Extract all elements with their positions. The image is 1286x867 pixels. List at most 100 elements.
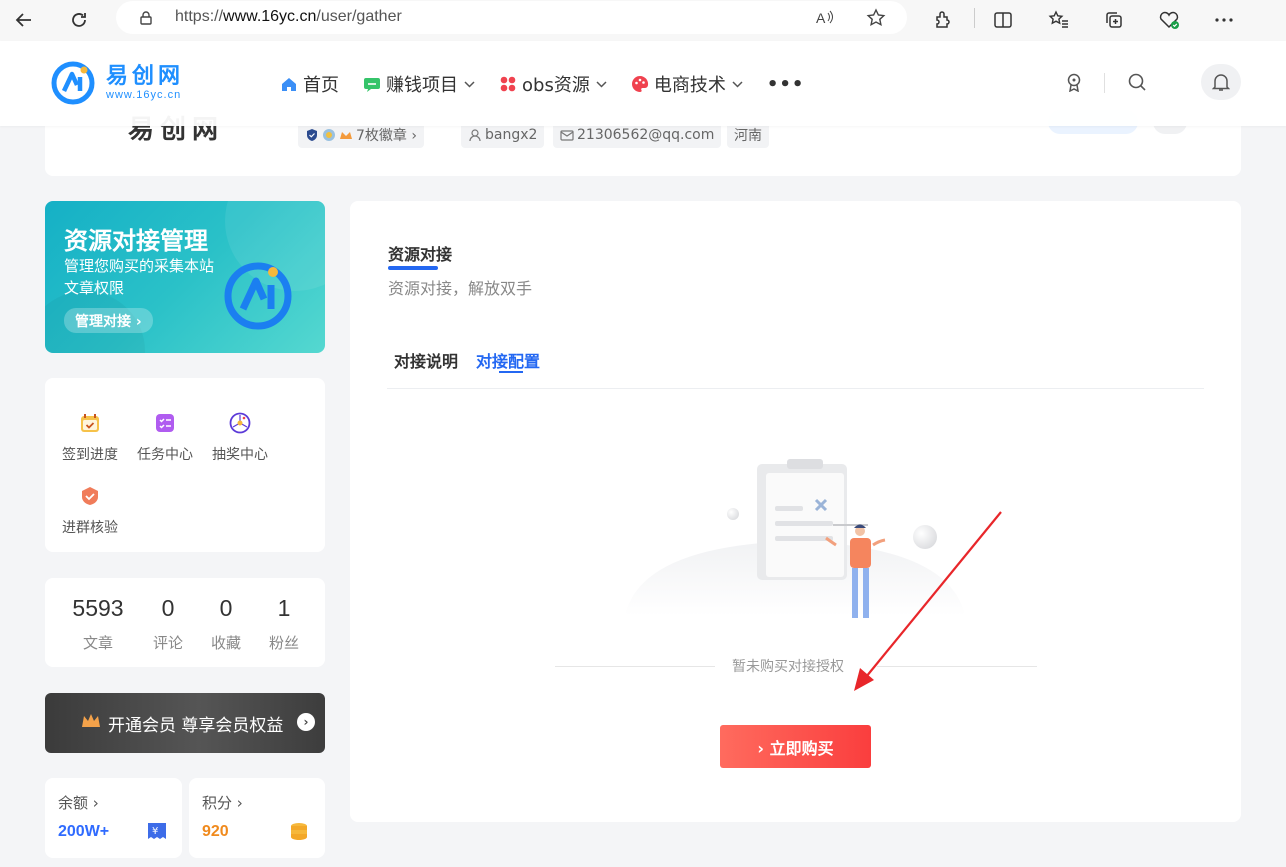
active-tab-indicator bbox=[499, 371, 523, 373]
main-nav: 首页 赚钱项目 obs资源 电商技术 ••• bbox=[280, 71, 804, 97]
quick-link-group-verify[interactable]: 进群核验 bbox=[58, 485, 122, 537]
browser-essentials-icon[interactable] bbox=[1155, 6, 1183, 34]
quick-link-tasks-label: 任务中心 bbox=[137, 447, 193, 463]
read-aloud-icon[interactable]: A bbox=[814, 7, 836, 29]
tab-connection-config[interactable]: 对接配置 bbox=[476, 348, 540, 372]
stat-followers[interactable]: 1 粉丝 bbox=[249, 595, 319, 653]
balance-card[interactable]: 余额 › 200W+ ¥ bbox=[45, 778, 182, 858]
logo-mark-icon bbox=[51, 61, 95, 105]
quick-link-lottery[interactable]: 抽奖中心 bbox=[208, 412, 272, 464]
panel-title-underline bbox=[388, 266, 438, 270]
chat-money-icon bbox=[364, 78, 380, 92]
palette-icon bbox=[631, 75, 648, 92]
calendar-check-icon bbox=[81, 414, 99, 432]
more-menu-icon[interactable] bbox=[1210, 6, 1238, 34]
empty-divider-left bbox=[555, 666, 715, 667]
group-verify-icon bbox=[82, 487, 98, 505]
quick-link-tasks[interactable]: 任务中心 bbox=[133, 412, 197, 464]
vip-upgrade-bar[interactable]: 开通会员 尊享会员权益 › bbox=[45, 693, 325, 753]
nav-home[interactable]: 首页 bbox=[280, 71, 339, 97]
refresh-icon[interactable] bbox=[65, 6, 93, 34]
resource-management-banner[interactable]: 资源对接管理 管理您购买的采集本站文章权限 管理对接 › bbox=[45, 201, 325, 353]
stat-followers-label: 粉丝 bbox=[268, 634, 299, 652]
coins-stack-icon bbox=[291, 823, 307, 840]
nav-home-label: 首页 bbox=[303, 75, 339, 96]
bell-icon bbox=[1212, 74, 1230, 91]
site-header: 易创网 www.16yc.cn 首页 赚钱项目 obs资源 电商技术 ••• bbox=[0, 41, 1286, 126]
crown-icon bbox=[81, 713, 101, 734]
split-screen-icon[interactable] bbox=[989, 6, 1017, 34]
region: 河南 bbox=[734, 127, 762, 144]
quick-link-checkin[interactable]: 签到进度 bbox=[58, 412, 122, 464]
panel-title: 资源对接 bbox=[388, 245, 453, 264]
tab-connection-instructions[interactable]: 对接说明 bbox=[394, 348, 458, 372]
username: bangx2 bbox=[485, 126, 538, 143]
quick-link-lottery-label: 抽奖中心 bbox=[212, 447, 268, 463]
badge-shield-icon bbox=[305, 128, 319, 142]
nav-make-money-label: 赚钱项目 bbox=[386, 75, 458, 96]
chevron-down-icon bbox=[732, 77, 743, 91]
favorites-list-icon[interactable] bbox=[1045, 6, 1073, 34]
back-icon[interactable] bbox=[10, 6, 38, 34]
browser-toolbar: https://www.16yc.cn/user/gather A bbox=[0, 0, 1286, 41]
header-separator bbox=[1104, 73, 1105, 93]
task-list-icon bbox=[156, 414, 174, 432]
url-text[interactable]: https://www.16yc.cn/user/gather bbox=[175, 8, 402, 26]
lock-icon[interactable] bbox=[135, 7, 157, 29]
stat-articles-label: 文章 bbox=[82, 634, 113, 652]
lottery-wheel-icon bbox=[229, 412, 251, 434]
banner-title: 资源对接管理 bbox=[64, 227, 208, 255]
badge-crown-icon bbox=[339, 128, 353, 142]
user-stats-card: 5593 文章 0 评论 0 收藏 1 粉丝 bbox=[45, 578, 325, 667]
toolbar-separator bbox=[974, 8, 975, 28]
collections-icon[interactable] bbox=[1100, 6, 1128, 34]
nav-obs-resources-label: obs资源 bbox=[522, 75, 590, 96]
points-value: 920 bbox=[202, 823, 229, 840]
user-icon bbox=[468, 128, 482, 142]
chevron-down-icon bbox=[596, 77, 607, 91]
quick-link-group-verify-label: 进群核验 bbox=[62, 520, 118, 536]
stat-followers-value: 1 bbox=[277, 595, 291, 621]
logo-url: www.16yc.cn bbox=[106, 89, 182, 101]
nav-make-money[interactable]: 赚钱项目 bbox=[363, 71, 475, 97]
notifications-button[interactable] bbox=[1201, 64, 1241, 100]
stat-articles[interactable]: 5593 文章 bbox=[63, 595, 133, 653]
stat-articles-value: 5593 bbox=[72, 595, 124, 621]
tab-divider bbox=[387, 388, 1204, 389]
search-icon[interactable] bbox=[1125, 70, 1149, 94]
buy-now-button[interactable]: › 立即购买 bbox=[720, 725, 871, 768]
panel-subtitle: 资源对接，解放双手 bbox=[388, 279, 533, 298]
grid-dots-icon bbox=[500, 76, 516, 92]
nav-ecommerce-label: 电商技术 bbox=[653, 75, 726, 96]
nav-more-button[interactable]: ••• bbox=[767, 74, 805, 95]
quick-link-checkin-label: 签到进度 bbox=[62, 447, 118, 463]
badges-label: 7枚徽章 › bbox=[356, 127, 417, 144]
manage-connection-button[interactable]: 管理对接 › bbox=[64, 308, 153, 333]
empty-divider-right bbox=[877, 666, 1037, 667]
yuan-voucher-icon: ¥ bbox=[148, 823, 166, 839]
mail-icon bbox=[560, 128, 574, 142]
vip-text: 开通会员 尊享会员权益 bbox=[108, 716, 284, 736]
empty-state-text: 暂未购买对接授权 bbox=[732, 659, 844, 675]
extensions-icon[interactable] bbox=[929, 6, 957, 34]
svg-text:A: A bbox=[816, 10, 826, 26]
site-logo[interactable]: 易创网 www.16yc.cn bbox=[50, 60, 184, 106]
logo-name: 易创网 bbox=[106, 64, 185, 89]
nav-ecommerce[interactable]: 电商技术 bbox=[631, 71, 743, 97]
chevron-right-icon: › bbox=[297, 713, 315, 731]
badge-medal-icon bbox=[322, 128, 336, 142]
favorite-star-icon[interactable] bbox=[865, 7, 887, 29]
points-label: 积分 › bbox=[202, 794, 243, 812]
empty-state-illustration bbox=[625, 459, 965, 618]
svg-text:¥: ¥ bbox=[152, 826, 158, 837]
quick-links-card: 签到进度 任务中心 抽奖中心 进群核验 bbox=[45, 378, 325, 552]
resource-connection-panel: 资源对接 资源对接，解放双手 对接说明 对接配置 暂未购买对接授权 › 立即购买 bbox=[350, 201, 1241, 822]
banner-subtitle: 管理您购买的采集本站文章权限 bbox=[64, 257, 215, 297]
balance-value: 200W+ bbox=[58, 823, 110, 840]
nav-obs-resources[interactable]: obs资源 bbox=[499, 71, 607, 97]
balance-label: 余额 › bbox=[58, 794, 99, 812]
badge-award-icon[interactable] bbox=[1062, 70, 1086, 94]
address-bar[interactable]: https://www.16yc.cn/user/gather A bbox=[116, 1, 907, 34]
points-card[interactable]: 积分 › 920 bbox=[189, 778, 325, 858]
email: 21306562@qq.com bbox=[577, 126, 715, 143]
